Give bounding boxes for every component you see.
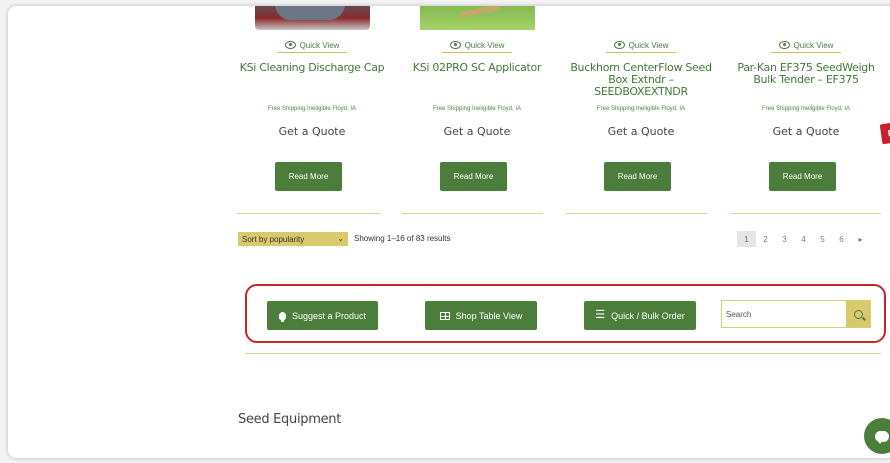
suggest-product-button[interactable]: Suggest a Product xyxy=(267,301,378,330)
quick-view-label: Quick View xyxy=(464,40,505,50)
product-divider xyxy=(731,213,881,214)
price-text: Get a Quote xyxy=(772,125,840,138)
eye-icon xyxy=(449,41,461,49)
pagination: 1 2 3 4 5 6 ▸ xyxy=(737,231,870,247)
shipping-note: Free Shipping Ineligible Floyd, IA xyxy=(761,106,851,112)
page-link[interactable]: 3 xyxy=(775,231,794,247)
product-divider xyxy=(566,213,707,214)
product-card: Quick View Par-Kan EF375 SeedWeigh Bulk … xyxy=(731,36,881,191)
shipping-note: Free Shipping Ineligible Floyd, IA xyxy=(596,106,686,112)
chevron-down-icon: ⌄ xyxy=(337,234,344,243)
table-icon xyxy=(439,311,450,320)
product-search xyxy=(721,300,871,328)
price-text: Get a Quote xyxy=(278,125,346,138)
read-more-button[interactable]: Read More xyxy=(275,162,342,191)
page-link[interactable]: 5 xyxy=(813,231,832,247)
quick-view-label: Quick View xyxy=(793,40,834,50)
shop-table-view-button[interactable]: Shop Table View xyxy=(425,301,537,330)
product-title[interactable]: KSi Cleaning Discharge Cap xyxy=(237,62,387,106)
read-more-button[interactable]: Read More xyxy=(769,162,836,191)
price-text: Get a Quote xyxy=(443,125,511,138)
page-link-current[interactable]: 1 xyxy=(737,231,756,247)
shop-table-view-label: Shop Table View xyxy=(455,310,523,321)
product-divider xyxy=(237,213,380,214)
results-count: Showing 1–16 of 83 results xyxy=(354,234,451,243)
product-title[interactable]: KSi 02PRO SC Applicator xyxy=(402,62,552,106)
promo-badge[interactable]: D xyxy=(879,121,890,145)
quick-view-label: Quick View xyxy=(299,40,340,50)
bulk-order-label: Quick / Bulk Order xyxy=(611,310,685,321)
search-button[interactable] xyxy=(846,301,870,327)
list-icon: ☰ xyxy=(595,309,606,321)
shipping-note: Free Shipping Ineligible Floyd, IA xyxy=(432,106,522,112)
quick-view-link[interactable]: Quick View xyxy=(441,40,513,53)
page-link[interactable]: 4 xyxy=(794,231,813,247)
search-icon xyxy=(853,309,863,319)
quick-view-label: Quick View xyxy=(628,40,669,50)
eye-icon xyxy=(778,41,790,49)
product-image-applicator[interactable] xyxy=(420,6,535,30)
suggest-product-label: Suggest a Product xyxy=(291,310,367,321)
quick-view-link[interactable]: Quick View xyxy=(770,40,842,53)
eye-icon xyxy=(613,41,625,49)
product-image-cleaning-cap[interactable] xyxy=(255,6,370,30)
sort-dropdown[interactable]: Sort by popularity ⌄ xyxy=(238,232,348,246)
lightbulb-icon xyxy=(278,311,286,322)
product-card: Quick View KSi Cleaning Discharge Cap Fr… xyxy=(237,36,387,191)
sort-selected-value: Sort by popularity xyxy=(242,234,305,244)
page-frame: Quick View KSi Cleaning Discharge Cap Fr… xyxy=(8,6,890,458)
product-card: Quick View KSi 02PRO SC Applicator Free … xyxy=(402,36,552,191)
product-divider xyxy=(402,213,543,214)
next-page-icon[interactable]: ▸ xyxy=(851,231,870,247)
search-input[interactable] xyxy=(722,301,848,327)
price-text: Get a Quote xyxy=(607,125,675,138)
product-card: Quick View Buckhorn CenterFlow Seed Box … xyxy=(566,36,716,191)
product-title[interactable]: Par-Kan EF375 SeedWeigh Bulk Tender – EF… xyxy=(731,62,881,106)
read-more-button[interactable]: Read More xyxy=(440,162,507,191)
product-title[interactable]: Buckhorn CenterFlow Seed Box Extndr – SE… xyxy=(566,62,716,106)
read-more-button[interactable]: Read More xyxy=(604,162,671,191)
bulk-order-button[interactable]: ☰ Quick / Bulk Order xyxy=(584,301,696,330)
section-divider xyxy=(245,353,881,354)
page-link[interactable]: 2 xyxy=(756,231,775,247)
quick-view-link[interactable]: Quick View xyxy=(605,40,677,53)
shop-toolbar: Suggest a Product Shop Table View ☰ Quic… xyxy=(245,284,886,343)
eye-icon xyxy=(284,41,296,49)
page-link[interactable]: 6 xyxy=(832,231,851,247)
quick-view-link[interactable]: Quick View xyxy=(276,40,348,53)
section-heading: Seed Equipment xyxy=(238,412,341,427)
shipping-note: Free Shipping Ineligible Floyd, IA xyxy=(267,106,357,112)
chat-icon xyxy=(875,430,889,444)
